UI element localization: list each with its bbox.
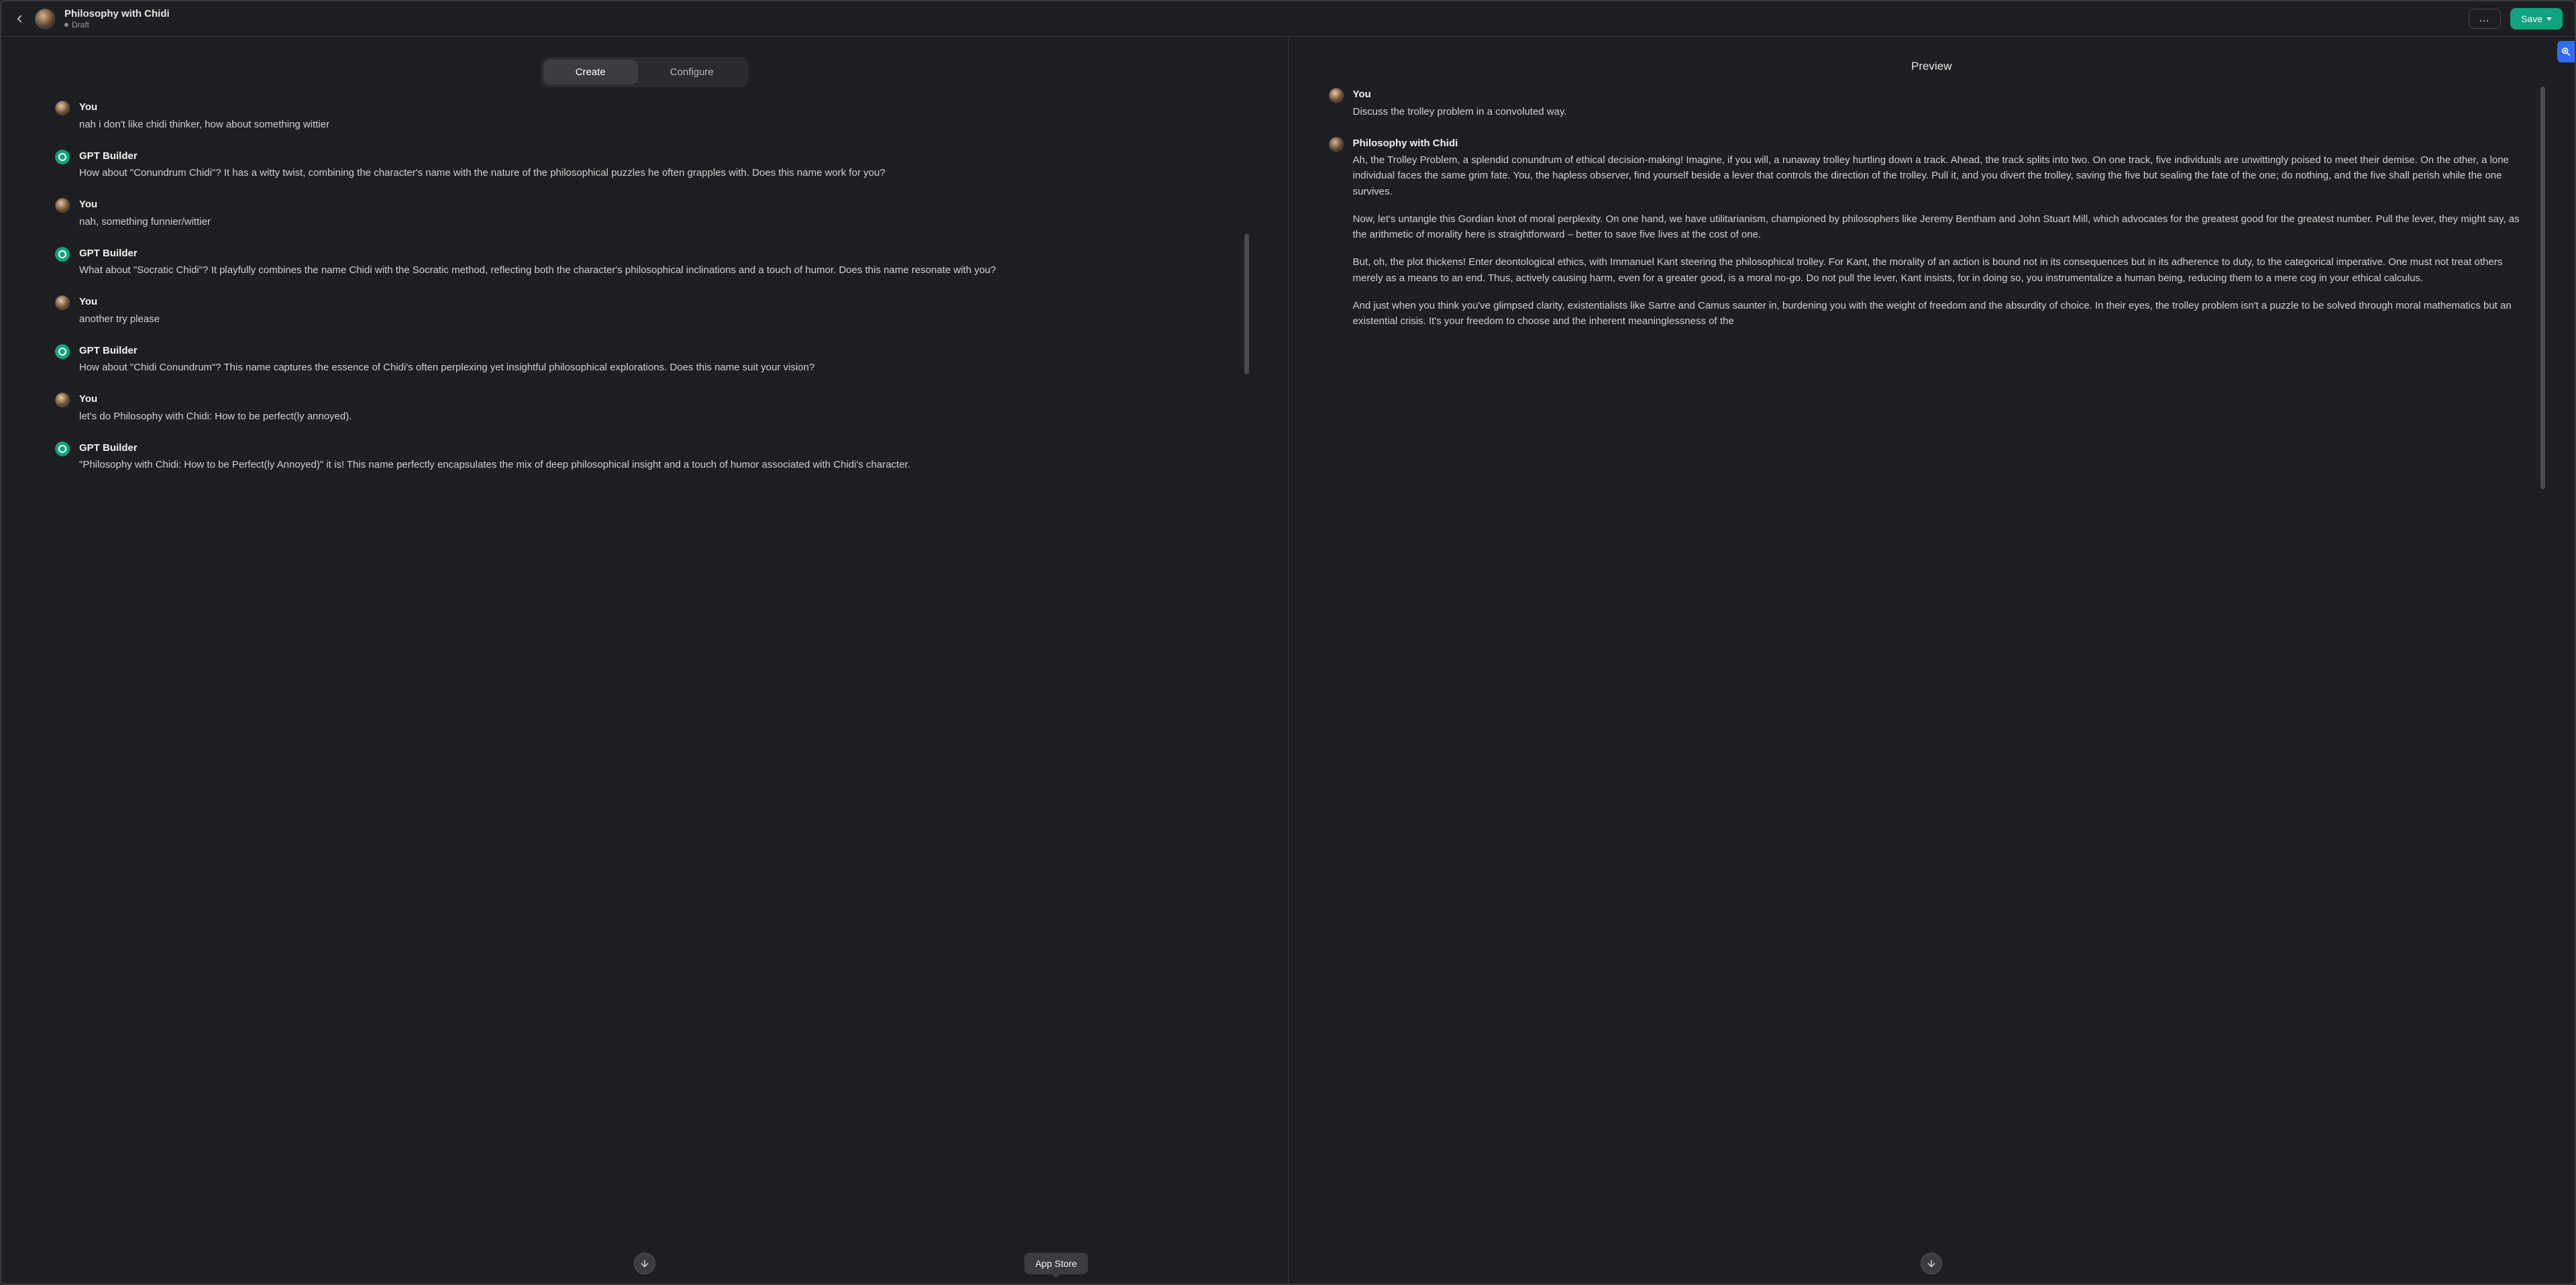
message-text: Discuss the trolley problem in a convolu…: [1353, 104, 2535, 119]
scroll-down-button-right[interactable]: [1921, 1253, 1942, 1274]
chat-message: You nah, something funnier/wittier: [55, 197, 1234, 229]
user-avatar-icon: [1329, 88, 1344, 103]
message-body: You another try please: [79, 294, 1234, 327]
draft-dot-icon: [64, 23, 68, 27]
tab-pill: Create Configure: [541, 57, 749, 87]
more-menu-button[interactable]: …: [2469, 9, 2501, 29]
message-text: Ah, the Trolley Problem, a splendid conu…: [1353, 152, 2535, 329]
message-text: How about "Conundrum Chidi"? It has a wi…: [79, 165, 1234, 181]
message-text: nah, something funnier/wittier: [79, 214, 1234, 229]
message-paragraph: But, oh, the plot thickens! Enter deonto…: [1353, 254, 2535, 286]
left-pane: Create Configure You nah i don't like chi…: [1, 37, 1288, 1284]
page-status: Draft: [64, 20, 170, 30]
arrow-down-icon: [1926, 1258, 1937, 1269]
title-block: Philosophy with Chidi Draft: [64, 8, 170, 30]
back-button[interactable]: [13, 13, 25, 25]
gpt-avatar-icon: [55, 344, 70, 359]
message-body: You Discuss the trolley problem in a conv…: [1353, 87, 2535, 119]
right-pane: Preview You Discuss the trolley problem i…: [1289, 37, 2575, 1284]
scrollbar-thumb[interactable]: [1244, 234, 1249, 374]
message-text: another try please: [79, 311, 1234, 327]
message-author: You: [1353, 87, 2535, 102]
message-paragraph: Discuss the trolley problem in a convolu…: [1353, 104, 2535, 119]
message-text: How about "Chidi Conundrum"? This name c…: [79, 360, 1234, 375]
chat-message: GPT Builder How about "Chidi Conundrum"? …: [55, 343, 1234, 376]
message-author: GPT Builder: [79, 343, 1234, 358]
gpt-avatar-icon: [55, 150, 70, 164]
builder-chat[interactable]: You nah i don't like chidi thinker, how a…: [1, 99, 1288, 1284]
tab-row: Create Configure: [1, 37, 1288, 99]
message-author: You: [79, 391, 1234, 407]
message-body: You nah, something funnier/wittier: [79, 197, 1234, 229]
message-body: GPT Builder"Philosophy with Chidi: How t…: [79, 440, 1234, 473]
chevron-down-icon: [2546, 17, 2552, 21]
save-label: Save: [2521, 13, 2542, 24]
user-avatar-icon: [55, 295, 70, 310]
gpt-avatar-icon: [55, 442, 70, 456]
gpt-avatar-icon: [55, 247, 70, 262]
user-avatar-icon: [55, 101, 70, 115]
user-avatar-icon: [55, 393, 70, 407]
chat-message: GPT Builder"Philosophy with Chidi: How t…: [55, 440, 1234, 473]
arrow-down-icon: [639, 1258, 650, 1269]
tab-configure[interactable]: Configure: [638, 60, 746, 85]
chat-message: You nah i don't like chidi thinker, how a…: [55, 99, 1234, 132]
save-button[interactable]: Save: [2510, 8, 2563, 30]
preview-title: Preview: [1289, 37, 2575, 87]
preview-message: You Discuss the trolley problem in a conv…: [1329, 87, 2535, 119]
chevron-left-icon: [13, 13, 25, 25]
message-author: You: [79, 197, 1234, 212]
message-text: "Philosophy with Chidi: How to be Perfec…: [79, 457, 1234, 472]
app-header: Philosophy with Chidi Draft … Save: [1, 1, 2575, 37]
more-icon: …: [2479, 13, 2491, 24]
message-author: You: [79, 294, 1234, 309]
preview-message: Philosophy with ChidiAh, the Trolley Pro…: [1329, 136, 2535, 329]
message-body: GPT Builder How about "Chidi Conundrum"? …: [79, 343, 1234, 376]
scrollbar-thumb-right[interactable]: [2540, 87, 2545, 489]
persona-avatar-icon: [1329, 137, 1344, 152]
tab-create[interactable]: Create: [543, 60, 638, 85]
message-author: Philosophy with Chidi: [1353, 136, 2535, 151]
message-body: Philosophy with ChidiAh, the Trolley Pro…: [1353, 136, 2535, 329]
message-body: You let's do Philosophy with Chidi: How t…: [79, 391, 1234, 424]
message-paragraph: Now, let's untangle this Gordian knot of…: [1353, 211, 2535, 243]
chat-message: You another try please: [55, 294, 1234, 327]
user-avatar-icon: [55, 198, 70, 213]
gpt-avatar-header: [35, 9, 55, 29]
message-author: GPT Builder: [79, 148, 1234, 164]
message-body: You nah i don't like chidi thinker, how a…: [79, 99, 1234, 132]
chat-message: You let's do Philosophy with Chidi: How t…: [55, 391, 1234, 424]
message-text: let's do Philosophy with Chidi: How to b…: [79, 409, 1234, 424]
message-author: GPT Builder: [79, 246, 1234, 261]
tooltip-appstore: App Store: [1024, 1253, 1087, 1274]
message-text: What about "Socratic Chidi"? It playfull…: [79, 262, 1234, 278]
message-body: GPT BuilderWhat about "Socratic Chidi"? …: [79, 246, 1234, 278]
message-text: nah i don't like chidi thinker, how abou…: [79, 117, 1234, 132]
status-label: Draft: [72, 20, 89, 30]
preview-chat[interactable]: You Discuss the trolley problem in a conv…: [1289, 87, 2575, 1284]
magnifier-plus-icon: [2561, 46, 2571, 57]
message-author: You: [79, 99, 1234, 115]
scroll-down-button-left[interactable]: [634, 1253, 655, 1274]
message-paragraph: And just when you think you've glimpsed …: [1353, 298, 2535, 329]
chat-message: GPT BuilderHow about "Conundrum Chidi"? …: [55, 148, 1234, 181]
message-author: GPT Builder: [79, 440, 1234, 456]
zoom-badge[interactable]: [2557, 41, 2575, 62]
message-paragraph: Ah, the Trolley Problem, a splendid conu…: [1353, 152, 2535, 199]
page-title: Philosophy with Chidi: [64, 8, 170, 20]
chat-message: GPT BuilderWhat about "Socratic Chidi"? …: [55, 246, 1234, 278]
message-body: GPT BuilderHow about "Conundrum Chidi"? …: [79, 148, 1234, 181]
